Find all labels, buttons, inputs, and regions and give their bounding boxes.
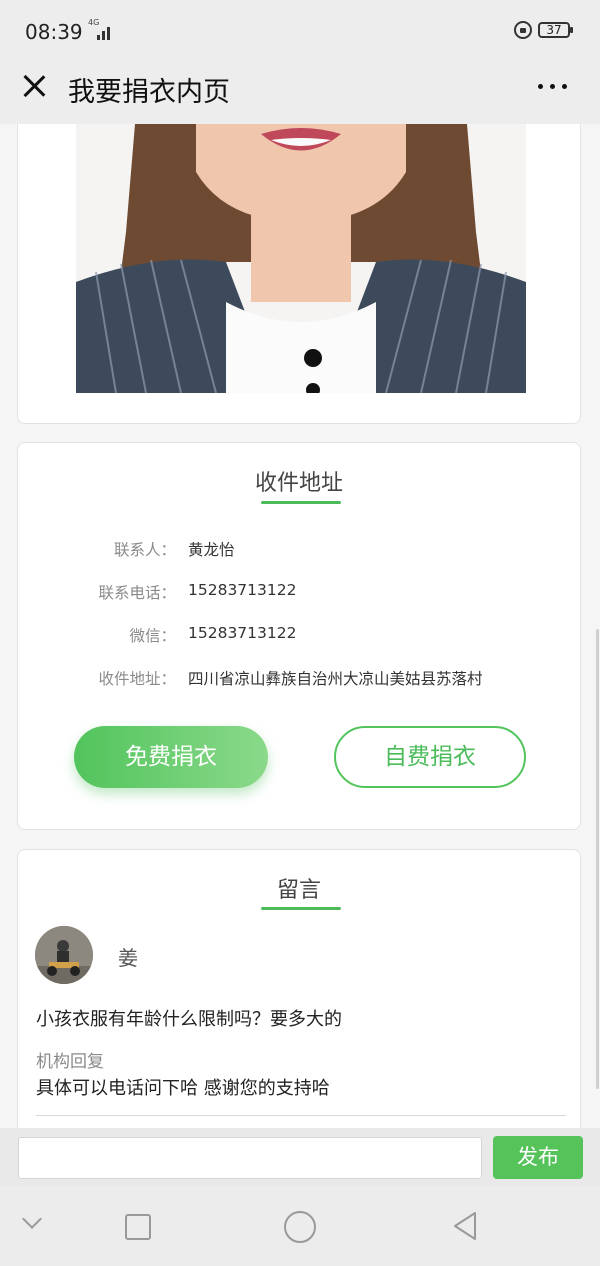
shipping-address-value: 四川省凉山彝族自治州大凉山美姑县苏落村 [188, 670, 483, 688]
chevron-down-icon[interactable] [22, 1209, 42, 1229]
wechat-row: 微信： 15283713122 [18, 624, 580, 648]
back-icon[interactable] [452, 1211, 478, 1241]
paid-donate-button[interactable]: 自费捐衣 [334, 726, 526, 788]
battery-icon: 37 [538, 22, 573, 38]
recents-icon[interactable] [125, 1214, 151, 1240]
close-icon[interactable] [22, 74, 46, 98]
contact-name-label: 联系人： [113, 541, 176, 559]
network-type: 4G [88, 18, 100, 27]
scrollbar[interactable] [596, 629, 599, 1089]
address-card: 收件地址 联系人： 黄龙怡 联系电话： 15283713122 微信： 1528… [17, 442, 581, 830]
comment-input[interactable] [18, 1137, 482, 1179]
message-card: 留言 姜 小孩衣服有年龄什么限制吗？要多大的 机构回复 具体可以电话问下哈 感谢… [17, 849, 581, 1128]
wechat-value: 15283713122 [188, 624, 297, 642]
rotation-lock-icon [514, 21, 532, 39]
signal-icon: 4G [88, 18, 114, 40]
photo-card [17, 124, 581, 424]
contact-name-value: 黄龙怡 [188, 541, 235, 559]
shipping-address-label: 收件地址： [98, 670, 176, 688]
publish-button[interactable]: 发布 [493, 1136, 583, 1179]
address-title: 收件地址 [254, 471, 343, 496]
contact-name-row: 联系人： 黄龙怡 [18, 538, 580, 562]
page-title: 我要捐衣内页 [68, 77, 230, 108]
shipping-address-row: 收件地址： 四川省凉山彝族自治州大凉山美姑县苏落村 [18, 667, 580, 691]
org-reply-label: 机构回复 [36, 1052, 104, 1072]
contact-phone-row: 联系电话： 15283713122 [18, 581, 580, 605]
contact-photo [76, 124, 526, 393]
page-content: 收件地址 联系人： 黄龙怡 联系电话： 15283713122 微信： 1528… [0, 124, 600, 1128]
title-underline [261, 907, 341, 910]
message-text: 小孩衣服有年龄什么限制吗？要多大的 [36, 1009, 342, 1030]
avatar[interactable] [35, 926, 93, 984]
more-icon[interactable] [538, 84, 568, 90]
wechat-label: 微信： [129, 627, 176, 645]
contact-phone-label: 联系电话： [98, 584, 176, 602]
system-nav-bar [0, 1186, 600, 1266]
title-underline [261, 501, 341, 504]
divider [36, 1115, 566, 1116]
nav-header: 我要捐衣内页 [0, 62, 600, 124]
free-donate-button[interactable]: 免费捐衣 [74, 726, 268, 788]
comment-bar: 发布 [0, 1128, 600, 1186]
home-icon[interactable] [284, 1211, 316, 1243]
status-bar: 08:39 4G 37 [0, 0, 600, 62]
message-title: 留言 [276, 878, 321, 903]
message-username: 姜 [118, 946, 138, 970]
org-reply-text: 具体可以电话问下哈 感谢您的支持哈 [36, 1078, 330, 1099]
status-time: 08:39 [25, 20, 83, 44]
contact-phone-value[interactable]: 15283713122 [188, 581, 296, 599]
